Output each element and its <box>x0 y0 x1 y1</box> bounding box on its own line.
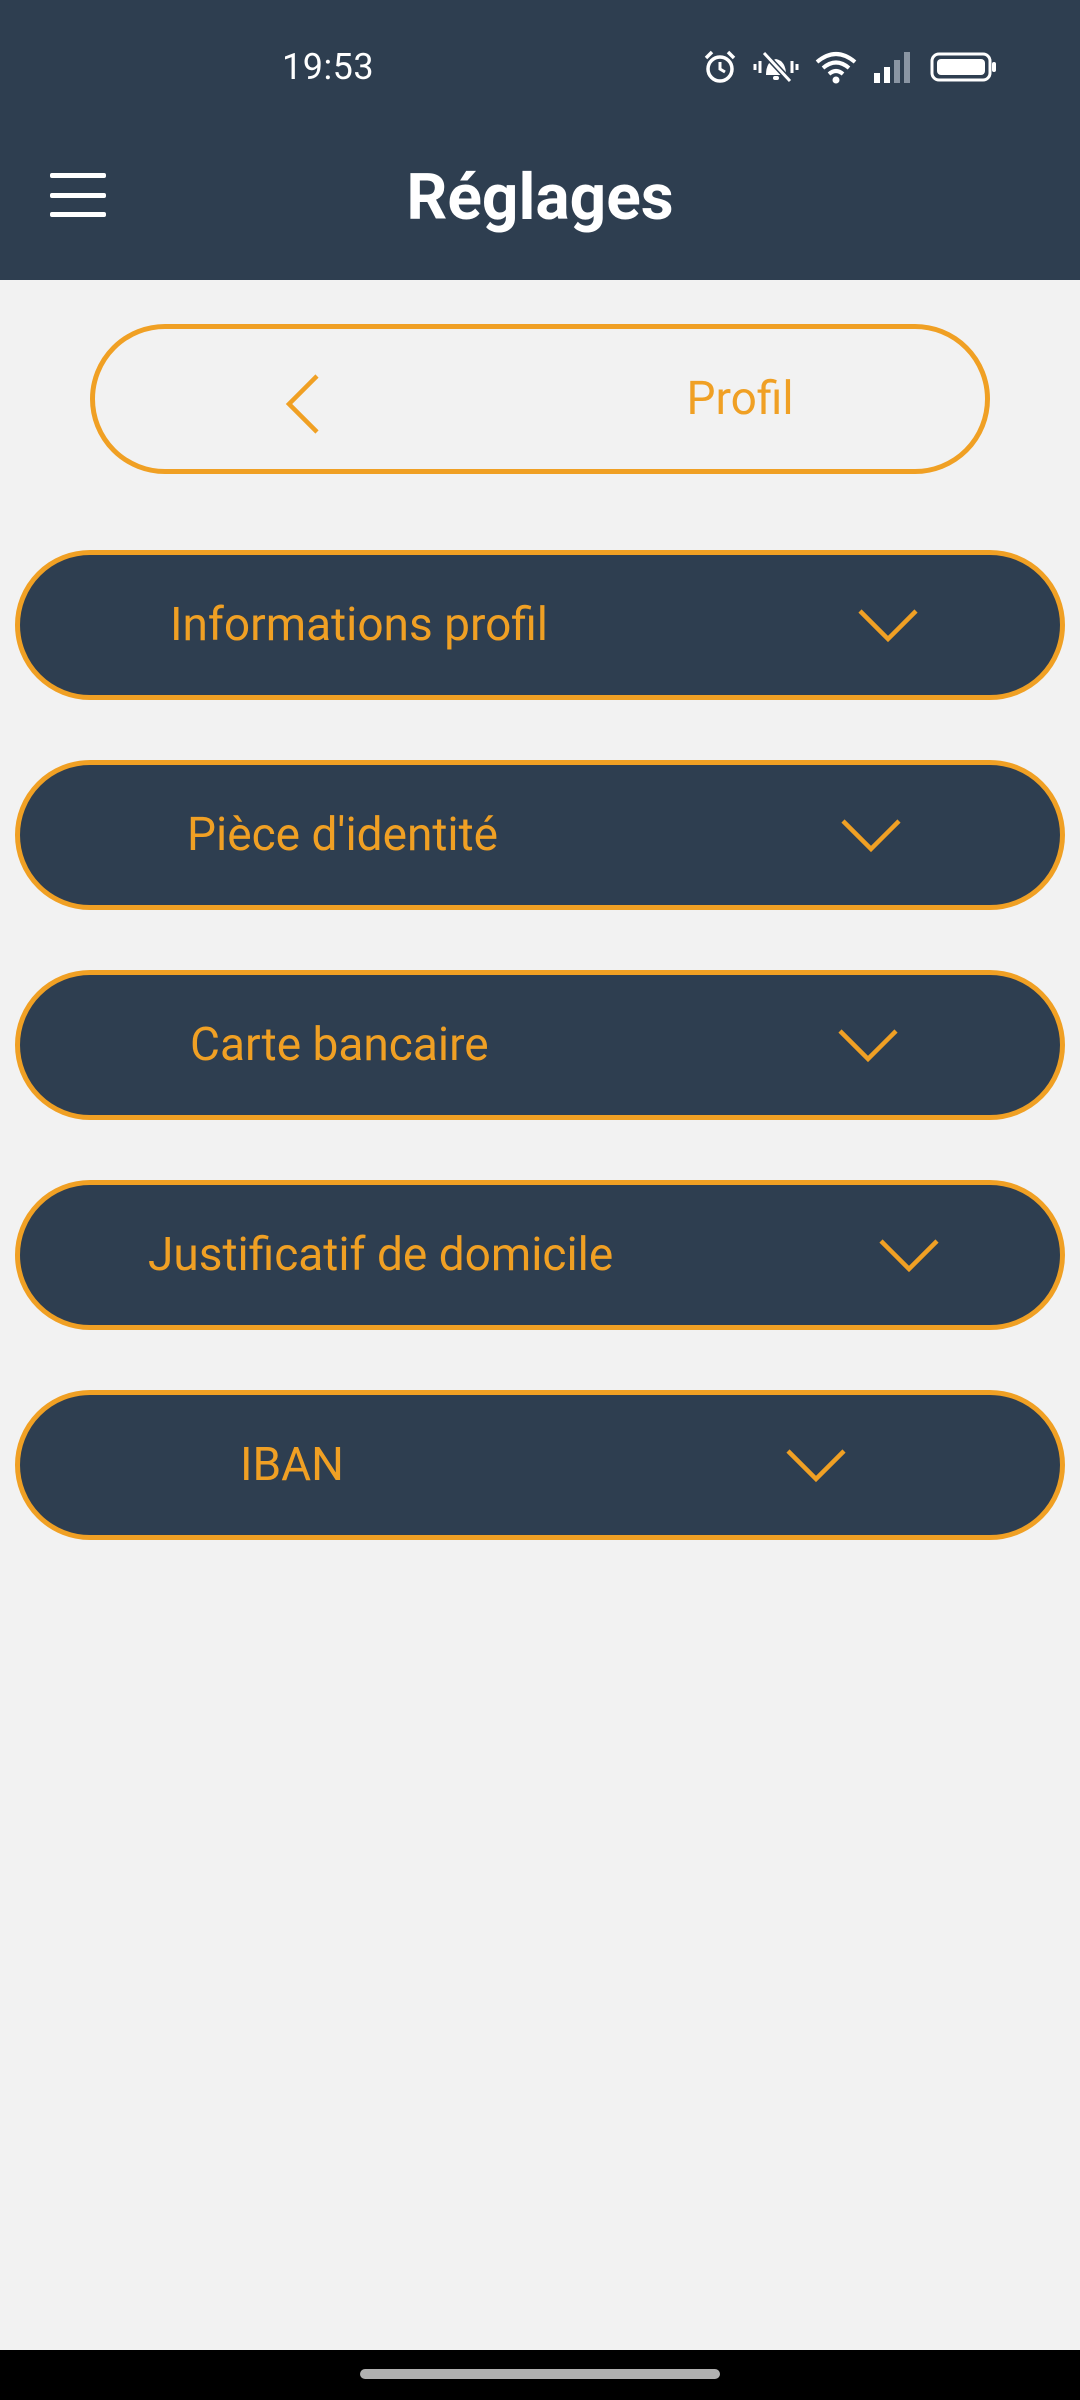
back-to-profile-button[interactable]: Profil <box>90 324 990 474</box>
system-navigation-bar <box>0 2350 1080 2400</box>
section-carte-bancaire[interactable]: Carte bancaire <box>15 970 1065 1120</box>
chevron-down-icon <box>838 1029 898 1063</box>
vibrate-silent-icon <box>753 50 799 84</box>
chevron-down-icon <box>858 609 918 643</box>
chevron-down-icon <box>879 1239 939 1273</box>
status-icons <box>702 44 998 90</box>
chevron-down-icon <box>786 1449 846 1483</box>
section-label: Justificatif de domicile <box>148 1228 614 1282</box>
section-label: Pièce d'identité <box>187 808 499 862</box>
section-justificatif-domicile[interactable]: Justificatif de domicile <box>15 1180 1065 1330</box>
back-button-label: Profil <box>686 372 794 426</box>
battery-icon <box>930 52 996 82</box>
wifi-icon <box>815 52 857 84</box>
section-label: IBAN <box>240 1438 344 1492</box>
alarm-icon <box>704 50 736 83</box>
section-informations-profil[interactable]: Informations profil <box>15 550 1065 700</box>
section-iban[interactable]: IBAN <box>15 1390 1065 1540</box>
section-piece-identite[interactable]: Pièce d'identité <box>15 760 1065 910</box>
section-label: Informations profil <box>170 598 548 652</box>
app-header: 19:53 Réglages <box>0 0 1080 280</box>
section-label: Carte bancaire <box>190 1018 489 1072</box>
status-time: 19:53 <box>282 46 375 88</box>
signal-icon <box>874 52 910 83</box>
home-gesture-handle[interactable] <box>360 2369 720 2379</box>
page-title: Réglages <box>406 160 674 235</box>
chevron-down-icon <box>841 819 901 853</box>
